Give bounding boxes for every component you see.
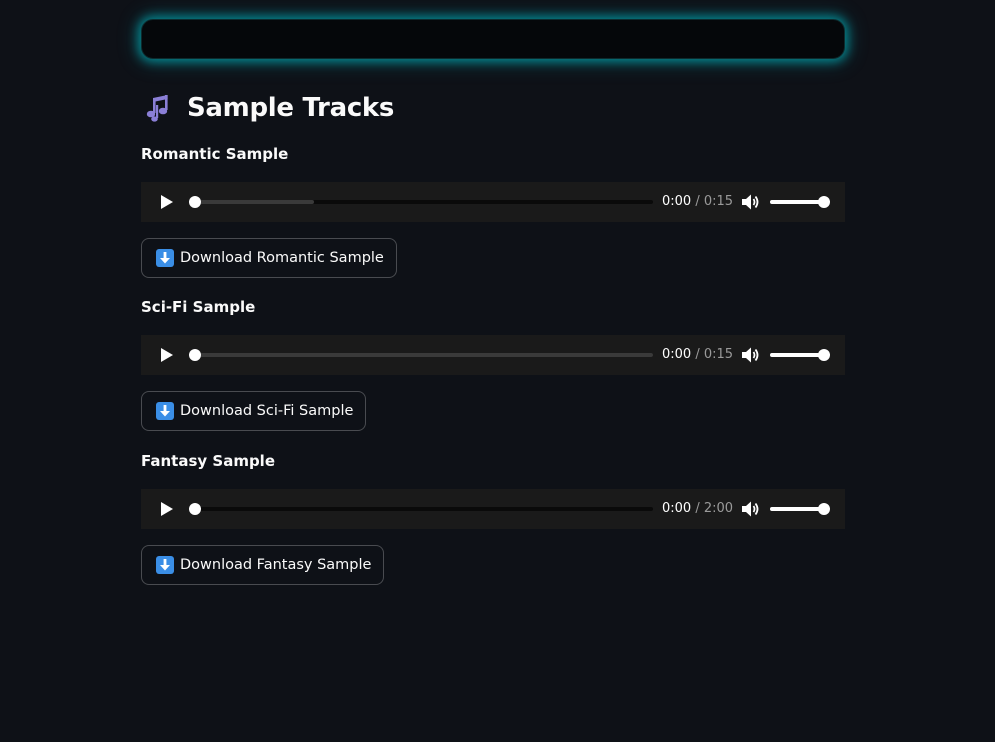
volume-thumb[interactable] bbox=[818, 196, 830, 208]
buffer-bar bbox=[195, 353, 653, 357]
current-time: 0:00 bbox=[662, 347, 692, 362]
musical-notes-icon bbox=[141, 89, 179, 127]
time-display: 0:00 / 0:15 bbox=[662, 335, 733, 375]
volume-slider[interactable] bbox=[770, 349, 830, 361]
download-button-label: Download Sci-Fi Sample bbox=[180, 403, 354, 419]
duration: 0:15 bbox=[703, 194, 734, 209]
volume-thumb[interactable] bbox=[818, 503, 830, 515]
time-separator: / bbox=[695, 501, 700, 516]
duration: 2:00 bbox=[703, 501, 734, 516]
volume-thumb[interactable] bbox=[818, 349, 830, 361]
volume-slider[interactable] bbox=[770, 196, 830, 208]
buffer-bar bbox=[195, 200, 315, 204]
audio-player-scifi[interactable]: 0:00 / 0:15 bbox=[141, 335, 845, 375]
audio-player-romantic[interactable]: 0:00 / 0:15 bbox=[141, 182, 845, 222]
seek-thumb[interactable] bbox=[189, 349, 201, 361]
volume-icon[interactable] bbox=[741, 346, 761, 364]
track-label-fantasy: Fantasy Sample bbox=[141, 452, 275, 470]
track-label-scifi: Sci-Fi Sample bbox=[141, 298, 256, 316]
track-label-romantic: Romantic Sample bbox=[141, 145, 289, 163]
seek-thumb[interactable] bbox=[189, 196, 201, 208]
time-display: 0:00 / 0:15 bbox=[662, 182, 733, 222]
download-button-label: Download Romantic Sample bbox=[180, 250, 384, 266]
volume-icon[interactable] bbox=[741, 500, 761, 518]
time-separator: / bbox=[695, 194, 700, 209]
time-display: 0:00 / 2:00 bbox=[662, 489, 733, 529]
glowing-header-bar bbox=[141, 19, 845, 59]
page-title-row: Sample Tracks bbox=[141, 88, 394, 128]
play-icon[interactable] bbox=[158, 501, 174, 517]
download-scifi-button[interactable]: Download Sci-Fi Sample bbox=[141, 391, 367, 431]
duration: 0:15 bbox=[703, 347, 734, 362]
seek-slider[interactable] bbox=[189, 349, 653, 361]
download-arrow-icon bbox=[156, 556, 174, 574]
audio-player-fantasy[interactable]: 0:00 / 2:00 bbox=[141, 489, 845, 529]
download-romantic-button[interactable]: Download Romantic Sample bbox=[141, 238, 397, 278]
volume-icon[interactable] bbox=[741, 193, 761, 211]
seek-slider[interactable] bbox=[189, 196, 653, 208]
current-time: 0:00 bbox=[662, 501, 692, 516]
download-button-label: Download Fantasy Sample bbox=[180, 557, 372, 573]
play-icon[interactable] bbox=[158, 347, 174, 363]
play-icon[interactable] bbox=[158, 194, 174, 210]
page-title: Sample Tracks bbox=[187, 93, 395, 123]
current-time: 0:00 bbox=[662, 194, 692, 209]
time-separator: / bbox=[695, 347, 700, 362]
download-fantasy-button[interactable]: Download Fantasy Sample bbox=[141, 545, 385, 585]
seek-slider[interactable] bbox=[189, 503, 653, 515]
download-arrow-icon bbox=[156, 249, 174, 267]
volume-slider[interactable] bbox=[770, 503, 830, 515]
seek-thumb[interactable] bbox=[189, 503, 201, 515]
download-arrow-icon bbox=[156, 402, 174, 420]
